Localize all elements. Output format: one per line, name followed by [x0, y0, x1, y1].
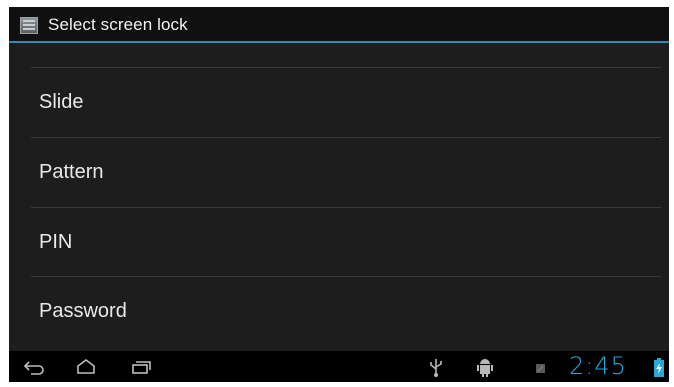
tablet-screen: Select screen lock Slide Pattern PIN Pas… [9, 7, 669, 382]
page-title: Select screen lock [48, 15, 188, 34]
android-debug-icon [475, 356, 495, 378]
screen-lock-options-list: Slide Pattern PIN Password [9, 43, 669, 355]
home-icon[interactable] [73, 356, 99, 378]
system-bar: 2:45 [9, 351, 669, 382]
battery-charging-icon [653, 356, 665, 378]
screenshot: Select screen lock Slide Pattern PIN Pas… [0, 0, 674, 387]
option-pattern[interactable]: Pattern [9, 138, 669, 206]
recent-apps-icon[interactable] [127, 356, 153, 378]
option-pin[interactable]: PIN [9, 208, 669, 276]
option-label: Slide [39, 91, 84, 113]
option-password[interactable]: Password [9, 277, 669, 345]
title-bar: Select screen lock [9, 7, 669, 43]
clock: 2:45 [569, 352, 627, 380]
settings-app-icon [20, 17, 38, 34]
option-slide[interactable]: Slide [9, 68, 669, 136]
option-label: Password [39, 300, 127, 322]
usb-icon [427, 356, 445, 378]
option-label: Pattern [39, 161, 104, 183]
notification-icon [534, 356, 548, 378]
back-icon[interactable] [21, 356, 47, 378]
option-label: PIN [39, 231, 73, 253]
